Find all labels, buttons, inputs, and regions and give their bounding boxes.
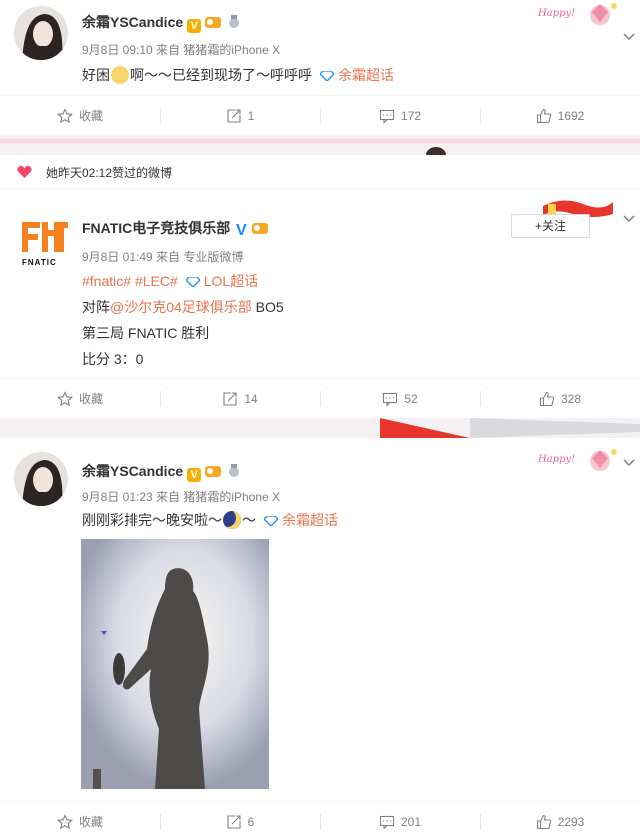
thumbs-up-icon [536, 108, 551, 123]
like-button[interactable]: 328 [480, 379, 640, 418]
username[interactable]: 余霜YSCandice V [82, 461, 243, 482]
comment-icon [383, 392, 398, 407]
action-bar: 收藏 1 172 1692 [0, 95, 640, 135]
username[interactable]: FNATIC电子竞技俱乐部 V [82, 218, 269, 239]
comment-button[interactable]: 172 [320, 96, 480, 135]
hashtag-link[interactable]: #LEC# [135, 273, 178, 289]
chevron-down-icon[interactable] [622, 456, 636, 470]
favorite-button[interactable]: 收藏 [0, 96, 160, 135]
happy-text: Happy! [538, 454, 576, 465]
feed-divider [0, 418, 640, 438]
username[interactable]: 余霜YSCandice V [82, 12, 243, 33]
repost-icon [227, 814, 241, 829]
comment-icon [379, 815, 395, 830]
diamond-icon [185, 277, 200, 287]
mention-link[interactable]: @沙尔克04足球俱乐部 [110, 299, 252, 315]
like-button[interactable]: 1692 [480, 96, 640, 135]
post-card: FNATIC FNATIC电子竞技俱乐部 V +关注 9月8日 01:49 来自 … [0, 190, 640, 418]
post-text-line: 比分 3：0 [82, 351, 144, 367]
star-icon [57, 107, 73, 123]
repost-icon [227, 108, 241, 123]
happy-sticker: Happy! [538, 0, 620, 30]
avatar[interactable] [14, 452, 68, 506]
star-icon [57, 390, 73, 406]
logo-text: FNATIC [22, 258, 57, 267]
comment-button[interactable]: 201 [320, 802, 480, 837]
action-bar: 收藏 14 52 328 [0, 378, 640, 418]
thumbs-up-icon [536, 814, 551, 829]
chevron-down-icon[interactable] [622, 212, 636, 226]
heart-icon [17, 166, 32, 178]
level-icon [252, 223, 269, 234]
diamond-icon [264, 516, 278, 526]
topic-link[interactable]: LOL超话 [204, 273, 258, 289]
repost-button[interactable]: 1 [160, 96, 320, 135]
post-meta: 9月8日 01:49 来自 专业版微博 [82, 250, 244, 264]
hashtag-link[interactable]: #fnatic# [82, 273, 131, 289]
thumbs-up-icon [539, 391, 555, 406]
level-icon [205, 466, 222, 477]
blue-verified-icon: V [235, 222, 247, 239]
happy-text: Happy! [538, 8, 576, 19]
happy-sticker: Happy! [538, 446, 620, 476]
medal-icon [229, 15, 240, 28]
sleepy-emoji-icon [111, 66, 129, 84]
post-text-line: 对阵@沙尔克04足球俱乐部 BO5 [82, 299, 284, 315]
moon-emoji-icon [223, 511, 241, 529]
comment-button[interactable]: 52 [320, 379, 480, 418]
like-button[interactable]: 2293 [480, 802, 640, 837]
star-icon [57, 813, 73, 829]
post-text: #fnatic# #LEC# LOL超话 [82, 268, 258, 294]
post-meta: 9月8日 01:23 来自 猪猪霜的iPhone X [82, 490, 281, 504]
medal-icon [229, 464, 240, 477]
post-image[interactable] [81, 539, 269, 789]
verified-badge-icon: V [187, 468, 202, 482]
post-card: 余霜YSCandice V Happy! 9月8日 09:10 来自 猪猪霜的iP… [0, 0, 640, 135]
post-text: 刚刚彩排完～晚安啦～～余霜超话 [82, 511, 338, 529]
favorite-button[interactable]: 收藏 [0, 379, 160, 418]
repost-icon [223, 391, 237, 406]
post-card: 余霜YSCandice V Happy! 9月8日 01:23 来自 猪猪霜的iP… [0, 438, 640, 837]
favorite-button[interactable]: 收藏 [0, 802, 160, 837]
liked-notice: 她昨天02:12赞过的微博 [0, 155, 640, 189]
chevron-down-icon[interactable] [622, 30, 636, 44]
topic-link[interactable]: 余霜超话 [338, 67, 394, 83]
avatar[interactable] [14, 6, 68, 60]
liked-notice-text: 她昨天02:12赞过的微博 [46, 166, 173, 180]
action-bar: 收藏 6 201 2293 [0, 801, 640, 837]
post-text: 好困 啊～～已经到现场了～呼呼呼 余霜超话 [82, 66, 394, 84]
feed-divider [0, 135, 640, 155]
comment-icon [379, 109, 395, 124]
level-icon [205, 17, 222, 28]
fnatic-logo[interactable]: FNATIC [14, 212, 74, 272]
topic-link[interactable]: 余霜超话 [282, 512, 338, 528]
post-text-line: 第三局 FNATIC 胜利 [82, 325, 210, 341]
repost-button[interactable]: 6 [160, 802, 320, 837]
follow-button[interactable]: +关注 [511, 214, 590, 238]
post-meta: 9月8日 09:10 来自 猪猪霜的iPhone X [82, 43, 281, 57]
diamond-icon [320, 71, 334, 81]
verified-badge-icon: V [187, 19, 202, 33]
repost-button[interactable]: 14 [160, 379, 320, 418]
